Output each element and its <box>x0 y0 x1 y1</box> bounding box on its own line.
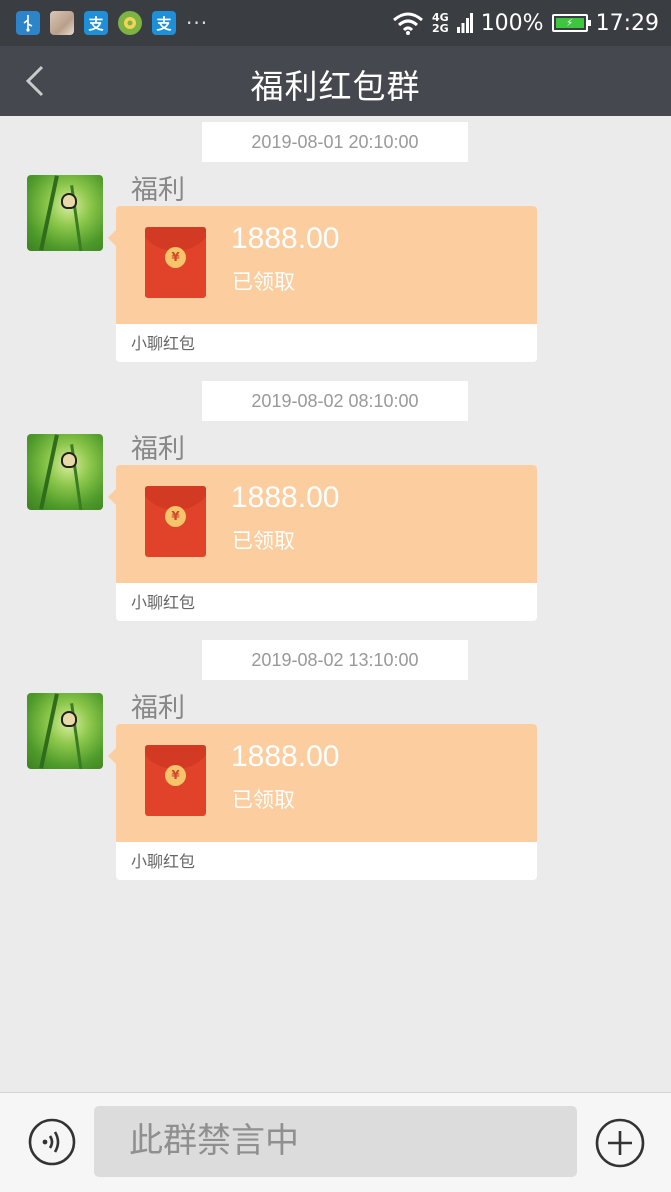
red-packet-card[interactable]: ¥ 1888.00 已领取 小聊红包 <box>108 206 537 362</box>
message-item: 2019-08-02 08:10:00 福利 ¥ 1888.00 已领取 小聊红… <box>0 375 671 625</box>
voice-icon <box>28 1118 76 1166</box>
red-packet-body: ¥ 1888.00 已领取 <box>116 724 537 842</box>
packet-label: 小聊红包 <box>131 334 196 353</box>
gallery-icon <box>50 11 74 35</box>
packet-amount: 1888.00 <box>231 481 340 514</box>
battery-percent: 100% <box>480 10 544 36</box>
red-packet-body: ¥ 1888.00 已领取 <box>116 465 537 583</box>
message-timestamp: 2019-08-02 13:10:00 <box>202 640 468 680</box>
message-timestamp: 2019-08-01 20:10:00 <box>202 122 468 162</box>
packet-label: 小聊红包 <box>131 852 196 871</box>
sender-name: 福利 <box>131 175 185 206</box>
clock: 17:29 <box>595 10 659 36</box>
network-type: 4G 2G <box>432 12 449 34</box>
alipay-icon: 支 <box>152 11 176 35</box>
usb-icon <box>16 11 40 35</box>
plus-circle-icon <box>595 1118 645 1168</box>
avatar[interactable] <box>27 175 103 251</box>
message-timestamp: 2019-08-02 08:10:00 <box>202 381 468 421</box>
taobao-icon <box>118 11 142 35</box>
packet-status: 已领取 <box>232 529 295 553</box>
more-notifications-indicator: ··· <box>186 11 209 35</box>
message-item: 2019-08-01 20:10:00 福利 ¥ 1888.00 已领取 小聊红… <box>0 116 671 366</box>
red-envelope-icon: ¥ <box>145 745 206 816</box>
message-input[interactable]: 此群禁言中 <box>94 1106 577 1177</box>
nav-bar: 福利红包群 <box>0 46 671 116</box>
sender-name: 福利 <box>131 434 185 465</box>
red-envelope-icon: ¥ <box>145 227 206 298</box>
input-bar: 此群禁言中 <box>0 1092 671 1192</box>
red-packet-card[interactable]: ¥ 1888.00 已领取 小聊红包 <box>108 724 537 880</box>
sender-name: 福利 <box>131 693 185 724</box>
wifi-icon <box>393 12 423 35</box>
avatar[interactable] <box>27 693 103 769</box>
system-indicators: 4G 2G 100% ⚡ 17:29 <box>392 8 659 38</box>
notification-icons: 支 支 ··· <box>16 10 208 36</box>
packet-status: 已领取 <box>232 788 295 812</box>
page-title: 福利红包群 <box>250 67 421 106</box>
voice-button[interactable] <box>28 1118 76 1166</box>
avatar[interactable] <box>27 434 103 510</box>
packet-status: 已领取 <box>232 270 295 294</box>
more-actions-button[interactable] <box>595 1118 645 1168</box>
alipay-icon: 支 <box>84 11 108 35</box>
packet-amount: 1888.00 <box>231 740 340 773</box>
red-packet-body: ¥ 1888.00 已领取 <box>116 206 537 324</box>
packet-amount: 1888.00 <box>231 222 340 255</box>
coin-icon: ¥ <box>165 765 186 786</box>
signal-icon <box>456 13 473 33</box>
status-bar: 支 支 ··· 4G 2G 100% ⚡ 17:29 <box>0 0 671 46</box>
coin-icon: ¥ <box>165 506 186 527</box>
network-type-bottom: 2G <box>432 22 449 35</box>
red-envelope-icon: ¥ <box>145 486 206 557</box>
coin-icon: ¥ <box>165 247 186 268</box>
message-item: 2019-08-02 13:10:00 福利 ¥ 1888.00 已领取 小聊红… <box>0 634 671 884</box>
battery-charging-icon: ⚡ <box>551 14 591 32</box>
packet-label: 小聊红包 <box>131 593 196 612</box>
red-packet-card[interactable]: ¥ 1888.00 已领取 小聊红包 <box>108 465 537 621</box>
message-list[interactable]: 2019-08-01 20:10:00 福利 ¥ 1888.00 已领取 小聊红… <box>0 116 671 1092</box>
